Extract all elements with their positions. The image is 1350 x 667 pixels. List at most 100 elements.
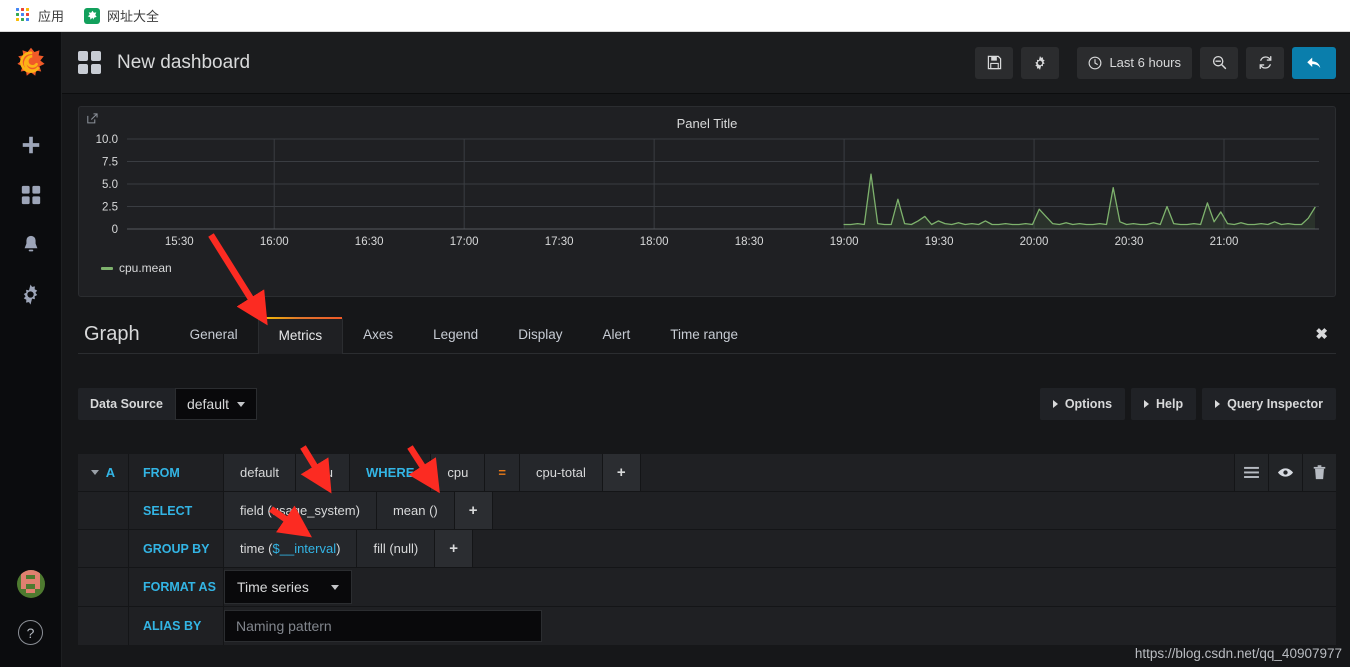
- tab-metrics[interactable]: Metrics: [257, 317, 344, 354]
- query-menu-icon[interactable]: [1234, 454, 1268, 491]
- alias-by-row-spacer: [78, 607, 128, 645]
- chevron-down-icon: [237, 401, 245, 407]
- sidebar-item-dashboards[interactable]: [18, 184, 44, 210]
- sidebar-item-configuration[interactable]: [18, 284, 44, 310]
- svg-text:2.5: 2.5: [102, 202, 118, 214]
- eye-icon[interactable]: [1268, 454, 1302, 491]
- chevron-down-icon: [330, 584, 339, 590]
- dashboard-grid-icon: [78, 51, 101, 74]
- apps-grid-icon: [16, 8, 31, 23]
- svg-text:21:00: 21:00: [1210, 236, 1239, 248]
- from-measurement[interactable]: cpu: [296, 454, 351, 491]
- format-as-value: Time series: [237, 579, 309, 595]
- select-cells: field (usage_system) mean () +: [223, 492, 1336, 529]
- group-by-keyword: GROUP BY: [128, 530, 223, 567]
- time-picker-button[interactable]: Last 6 hours: [1077, 46, 1192, 79]
- svg-text:16:30: 16:30: [355, 236, 384, 248]
- bell-icon: [20, 234, 42, 261]
- sidebar-nav: [18, 134, 44, 310]
- back-button[interactable]: [1292, 46, 1336, 79]
- group-by-row-filler: [473, 530, 1336, 567]
- select-field[interactable]: field (usage_system): [224, 492, 377, 529]
- header-actions: Last 6 hours: [975, 46, 1336, 79]
- left-sidebar: ?: [0, 32, 62, 667]
- sidebar-item-alerting[interactable]: [18, 234, 44, 260]
- alias-by-input[interactable]: [224, 610, 542, 642]
- bookmark-hao123[interactable]: 网址大全: [78, 4, 165, 27]
- legend-series-label[interactable]: cpu.mean: [119, 261, 172, 275]
- format-as-cells: Time series: [223, 568, 1336, 606]
- query-inspector-label: Query Inspector: [1227, 397, 1323, 411]
- svg-text:16:00: 16:00: [260, 236, 289, 248]
- sidebar-item-create[interactable]: [18, 134, 44, 160]
- svg-text:10.0: 10.0: [96, 134, 118, 146]
- dashboard-settings-button[interactable]: [1021, 46, 1060, 79]
- save-dashboard-button[interactable]: [975, 46, 1014, 79]
- search-minus-icon: [1212, 55, 1227, 70]
- query-row-group-by: GROUP BY time ($__interval) fill (null) …: [78, 530, 1336, 568]
- trash-icon[interactable]: [1302, 454, 1336, 491]
- from-keyword: FROM: [128, 454, 223, 491]
- refresh-button[interactable]: [1246, 46, 1284, 79]
- query-row-alias-by: ALIAS BY: [78, 607, 1336, 645]
- group-by-time[interactable]: time ($__interval): [224, 530, 358, 567]
- datasource-value: default: [186, 396, 229, 412]
- query-inspector-button[interactable]: Query Inspector: [1202, 388, 1336, 420]
- query-refid-group[interactable]: A: [78, 454, 128, 491]
- page-title: New dashboard: [117, 51, 251, 73]
- save-icon: [987, 55, 1002, 70]
- format-as-row-filler: [351, 568, 1336, 606]
- group-by-time-variable: $__interval: [272, 541, 337, 556]
- tab-general[interactable]: General: [170, 327, 258, 353]
- zoom-out-button[interactable]: [1200, 46, 1238, 79]
- bookmark-apps-label: 应用: [38, 9, 65, 24]
- bookmark-apps[interactable]: 应用: [10, 4, 70, 27]
- panel-editor: Graph General Metrics Axes Legend Displa…: [78, 314, 1336, 645]
- group-by-fill[interactable]: fill (null): [357, 530, 436, 567]
- hao123-icon: [84, 7, 101, 24]
- tab-display[interactable]: Display: [498, 327, 582, 353]
- arrow-left-icon: [1305, 54, 1323, 72]
- datasource-select[interactable]: default: [174, 388, 257, 420]
- datasource-label: Data Source: [78, 388, 175, 420]
- tab-legend[interactable]: Legend: [413, 327, 498, 353]
- svg-text:0: 0: [112, 224, 118, 236]
- help-icon[interactable]: ?: [18, 620, 43, 645]
- where-tag-operator[interactable]: =: [485, 454, 520, 491]
- group-by-time-suffix: ): [336, 541, 341, 556]
- select-row-spacer: [78, 492, 128, 529]
- watermark-text: https://blog.csdn.net/qq_40907977: [1134, 646, 1342, 661]
- add-where-condition[interactable]: +: [602, 454, 641, 491]
- svg-text:5.0: 5.0: [102, 179, 118, 191]
- group-by-row-spacer: [78, 530, 128, 567]
- graph-plot[interactable]: 0 2.5 5.0 7.5 10.0 15:30 16:00 16:30 17:00 17:30 1…: [79, 133, 1335, 255]
- sidebar-bottom: ?: [16, 570, 45, 667]
- where-tag-value[interactable]: cpu-total: [519, 454, 603, 491]
- help-button[interactable]: Help: [1131, 388, 1197, 420]
- add-group-by-part[interactable]: +: [435, 530, 474, 567]
- dashboard-title-group[interactable]: New dashboard: [78, 51, 250, 74]
- plus-icon: [20, 134, 42, 161]
- group-by-cells: time ($__interval) fill (null) +: [223, 530, 1336, 567]
- chevron-right-icon: [1215, 400, 1221, 408]
- options-button[interactable]: Options: [1039, 388, 1126, 420]
- grafana-logo-icon[interactable]: [14, 46, 48, 80]
- close-editor-button[interactable]: ✖: [1307, 325, 1336, 353]
- grid-icon: [20, 184, 42, 211]
- tab-alert[interactable]: Alert: [582, 327, 650, 353]
- where-tag-key[interactable]: cpu: [431, 454, 486, 491]
- panel-external-link-icon[interactable]: [86, 112, 99, 130]
- query-row-format-as: FORMAT AS Time series: [78, 568, 1336, 607]
- panel-title: Panel Title: [676, 116, 738, 131]
- select-function[interactable]: mean (): [376, 492, 455, 529]
- svg-text:19:30: 19:30: [925, 236, 954, 248]
- format-as-select[interactable]: Time series: [224, 570, 352, 604]
- tab-axes[interactable]: Axes: [343, 327, 413, 353]
- add-select-part[interactable]: +: [454, 492, 493, 529]
- avatar[interactable]: [16, 570, 45, 598]
- from-policy[interactable]: default: [224, 454, 297, 491]
- chevron-down-icon[interactable]: [90, 470, 99, 475]
- tab-time-range[interactable]: Time range: [650, 327, 758, 353]
- from-row-filler: [640, 454, 1234, 491]
- where-keyword: WHERE: [350, 454, 432, 491]
